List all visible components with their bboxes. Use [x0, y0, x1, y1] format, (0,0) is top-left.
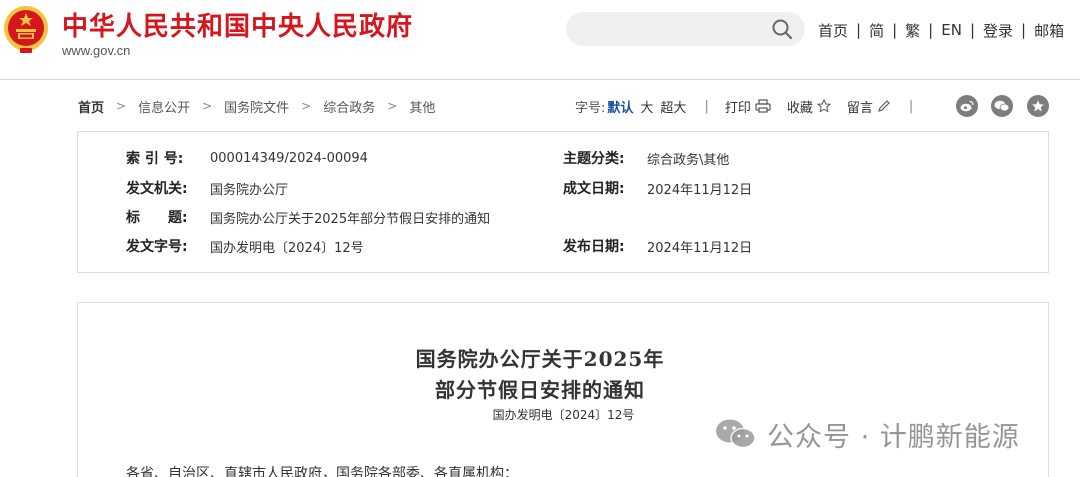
- pencil-icon: [878, 100, 890, 112]
- meta-value: 综合政务\其他: [647, 152, 730, 168]
- meta-issuer: 发文机关: 国务院办公厅: [126, 179, 289, 198]
- print-label: 打印: [724, 100, 751, 116]
- wechat-icon[interactable]: [991, 95, 1013, 117]
- nav-simplified[interactable]: 简: [869, 20, 884, 41]
- breadcrumb-home[interactable]: 首页: [78, 97, 104, 116]
- meta-category: 主题分类: 综合政务\其他: [563, 149, 730, 168]
- meta-label: 索 引 号:: [126, 151, 184, 167]
- nav-traditional[interactable]: 繁: [905, 20, 920, 41]
- nav-separator: |: [892, 21, 898, 39]
- meta-label: 成文日期:: [563, 181, 625, 197]
- print-button[interactable]: 打印: [725, 97, 771, 116]
- site-title[interactable]: 中华人民共和国中央人民政府: [62, 6, 413, 43]
- document-title-line1: 国务院办公厅关于2025年: [415, 347, 665, 371]
- meta-label: 主题分类:: [563, 151, 625, 167]
- breadcrumb: 首页 > 信息公开 > 国务院文件 > 综合政务 > 其他: [78, 96, 435, 116]
- nav-login[interactable]: 登录: [983, 20, 1013, 41]
- watermark: 公众号 · 计鹏新能源: [715, 414, 1020, 454]
- chevron-right-icon: >: [116, 99, 127, 113]
- watermark-text: 公众号 · 计鹏新能源: [767, 421, 1020, 453]
- chevron-right-icon: >: [202, 99, 213, 113]
- font-size-large[interactable]: 大: [640, 97, 653, 116]
- site-url: www.gov.cn: [62, 43, 131, 58]
- meta-publish-date: 发布日期: 2024年11月12日: [563, 237, 753, 256]
- tools-separator: |: [704, 98, 709, 114]
- top-nav: 首页 | 简 | 繁 | EN | 登录 | 邮箱: [818, 20, 1064, 40]
- meta-value: 国务院办公厅: [210, 182, 289, 198]
- nav-home[interactable]: 首页: [818, 20, 848, 41]
- font-size-xlarge[interactable]: 超大: [660, 97, 686, 116]
- meta-label: 发布日期:: [563, 239, 625, 255]
- comment-label: 留言: [846, 100, 873, 116]
- star-outline-icon: [816, 99, 831, 113]
- national-emblem-icon[interactable]: [2, 4, 50, 54]
- meta-value: 2024年11月12日: [647, 240, 753, 256]
- comment-button[interactable]: 留言: [847, 97, 891, 116]
- document-title-line2: 部分节假日安排的通知: [435, 378, 645, 402]
- wechat-watermark-icon: [716, 419, 756, 449]
- weibo-icon[interactable]: [956, 95, 978, 117]
- meta-value: 2024年11月12日: [647, 182, 753, 198]
- meta-value: 000014349/2024-00094: [210, 150, 368, 166]
- breadcrumb-general-affairs[interactable]: 综合政务: [323, 97, 375, 116]
- favorite-label: 收藏: [786, 100, 813, 116]
- site-header: 中华人民共和国中央人民政府 www.gov.cn 首页 | 简 | 繁 | EN…: [0, 0, 1080, 80]
- meta-label: 发文机关:: [126, 181, 188, 197]
- font-size-label: 字号:: [575, 100, 606, 116]
- meta-label: 标 题:: [126, 210, 188, 226]
- meta-written-date: 成文日期: 2024年11月12日: [563, 179, 753, 198]
- meta-doc-no: 发文字号: 国办发明电〔2024〕12号: [126, 237, 364, 256]
- search-input[interactable]: [566, 12, 805, 46]
- font-size-default[interactable]: 默认: [607, 97, 633, 116]
- nav-separator: |: [969, 21, 975, 39]
- nav-separator: |: [856, 21, 862, 39]
- tools-separator: |: [908, 98, 914, 114]
- nav-separator: |: [928, 21, 934, 39]
- nav-separator: |: [1021, 21, 1027, 39]
- printer-icon: [755, 99, 771, 113]
- article-salutation: 各省、自治区、直辖市人民政府，国务院各部委、各直属机构：: [126, 466, 518, 477]
- breadcrumb-info-public[interactable]: 信息公开: [138, 97, 190, 116]
- chevron-right-icon: >: [387, 99, 398, 113]
- chevron-right-icon: >: [301, 99, 312, 113]
- article-tools: 字号: 默认 大 超大 | 打印 收藏 留言 |: [575, 96, 929, 116]
- weibo-glyph: [960, 100, 974, 112]
- favorite-star-icon[interactable]: [1027, 95, 1049, 117]
- meta-value: 国办发明电〔2024〕12号: [210, 240, 364, 256]
- meta-index-no: 索 引 号: 000014349/2024-00094: [126, 149, 368, 168]
- meta-title: 标 题: 国务院办公厅关于2025年部分节假日安排的通知: [126, 208, 491, 227]
- meta-value: 国务院办公厅关于2025年部分节假日安排的通知: [210, 211, 491, 227]
- star-glyph: [1032, 100, 1044, 112]
- favorite-button[interactable]: 收藏: [787, 97, 831, 116]
- nav-english[interactable]: EN: [941, 21, 962, 39]
- meta-label: 发文字号:: [126, 239, 188, 255]
- breadcrumb-other[interactable]: 其他: [409, 97, 435, 116]
- nav-mail[interactable]: 邮箱: [1034, 20, 1064, 41]
- wechat-glyph: [994, 100, 1010, 112]
- search-icon[interactable]: [771, 18, 793, 40]
- breadcrumb-state-council-docs[interactable]: 国务院文件: [224, 97, 289, 116]
